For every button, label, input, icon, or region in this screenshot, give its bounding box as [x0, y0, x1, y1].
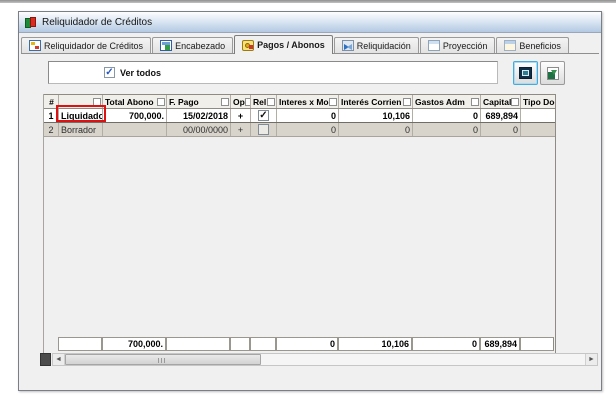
cell-estado[interactable]: Liquidado: [59, 109, 103, 122]
cell-interes-x-mora[interactable]: 0: [277, 123, 339, 136]
ver-todos-label: Ver todos: [120, 68, 161, 78]
coins-icon: [242, 40, 254, 51]
col-header-tipo-doc[interactable]: Tipo Doc: [521, 95, 555, 108]
cell-interes-corriente[interactable]: 0: [339, 123, 413, 136]
tab-label: Beneficios: [519, 41, 561, 51]
cell-rel: [251, 123, 277, 136]
sync-arrows-icon: [342, 40, 354, 51]
app-icon: [24, 16, 37, 29]
col-header-f-pago[interactable]: F. Pago: [167, 95, 231, 108]
column-checkbox[interactable]: [221, 98, 229, 106]
col-header-gastos-adm[interactable]: Gastos Adm: [413, 95, 481, 108]
cell-f-pago[interactable]: 00/00/0000: [167, 123, 231, 136]
total-estado: [58, 337, 102, 351]
cell-op[interactable]: +: [231, 123, 251, 136]
tab-label: Reliquidador de Créditos: [44, 41, 143, 51]
table-row[interactable]: 2 Borrador 00/00/0000 + 0 0 0 0: [44, 123, 555, 137]
horizontal-scrollbar[interactable]: ◄ ►: [52, 353, 598, 366]
total-f-pago: [166, 337, 230, 351]
cell-num[interactable]: 2: [44, 123, 59, 136]
total-tipo-doc: [520, 337, 554, 351]
window-title: Reliquidador de Créditos: [42, 17, 152, 28]
cell-gastos-adm[interactable]: 0: [413, 123, 481, 136]
header-page-icon: [160, 40, 172, 51]
total-total-abono: 700,000.: [102, 337, 166, 351]
tab-label: Proyección: [443, 41, 488, 51]
tab-encabezado[interactable]: Encabezado: [152, 37, 233, 53]
column-checkbox[interactable]: [403, 98, 411, 106]
cell-num[interactable]: 1: [44, 109, 59, 122]
cell-capital[interactable]: 689,894: [481, 109, 521, 122]
column-checkbox[interactable]: [93, 98, 101, 106]
table-row[interactable]: 1 Liquidado 700,000. 15/02/2018 + ✓ 0 10…: [44, 109, 555, 123]
window-icon: [428, 40, 440, 51]
tab-reliquidacion[interactable]: Reliquidación: [334, 37, 419, 53]
excel-icon: [547, 67, 559, 80]
tab-pagos-abonos[interactable]: Pagos / Abonos: [234, 35, 333, 54]
cell-interes-x-mora[interactable]: 0: [277, 109, 339, 122]
scroll-left-arrow[interactable]: ◄: [53, 354, 65, 365]
cell-capital[interactable]: 0: [481, 123, 521, 136]
tab-reliquidador-de-creditos[interactable]: Reliquidador de Créditos: [21, 37, 151, 53]
app-window: Reliquidador de Créditos Reliquidador de…: [18, 11, 602, 391]
column-checkbox[interactable]: [157, 98, 165, 106]
tab-beneficios[interactable]: Beneficios: [496, 37, 569, 53]
col-header-total-abono[interactable]: Total Abono: [103, 95, 167, 108]
column-checkbox[interactable]: [267, 98, 275, 106]
grid-icon: [519, 67, 532, 79]
cell-tipo-doc[interactable]: [521, 123, 555, 136]
window-content: Reliquidador de Créditos Encabezado Pago…: [19, 33, 601, 390]
total-interes-x-mora: 0: [276, 337, 338, 351]
ver-todos-checkbox[interactable]: ✓: [104, 67, 115, 78]
tab-label: Reliquidación: [357, 41, 411, 51]
total-op: [230, 337, 250, 351]
cell-rel: ✓: [251, 109, 277, 122]
col-header-estado[interactable]: [59, 95, 103, 108]
rel-checkbox[interactable]: [258, 124, 269, 135]
grid-header-row: # Total Abono F. Pago Op Rel Interes x M…: [44, 94, 555, 109]
col-header-rel[interactable]: Rel: [251, 95, 277, 108]
grid-view-button[interactable]: [513, 61, 538, 85]
window-titlebar[interactable]: Reliquidador de Créditos: [19, 12, 601, 33]
total-gastos-adm: 0: [412, 337, 480, 351]
export-excel-button[interactable]: [540, 61, 565, 85]
total-capital: 689,894: [480, 337, 520, 351]
total-rel: [250, 337, 276, 351]
col-header-interes-corriente[interactable]: Interés Corrien: [339, 95, 413, 108]
tab-label: Pagos / Abonos: [257, 40, 325, 50]
cell-tipo-doc[interactable]: [521, 109, 555, 122]
scrollbar-thumb[interactable]: [65, 354, 261, 365]
cell-f-pago[interactable]: 15/02/2018: [167, 109, 231, 122]
screenshot-page: Reliquidador de Créditos Reliquidador de…: [0, 0, 616, 402]
scroll-right-arrow[interactable]: ►: [585, 354, 597, 365]
column-checkbox[interactable]: [329, 98, 337, 106]
page-top-strip: [0, 0, 616, 3]
toolbar-strip: ✓ Ver todos: [48, 61, 498, 84]
cell-gastos-adm[interactable]: 0: [413, 109, 481, 122]
totals-row: 700,000. 0 10,106 0 689,894: [58, 337, 554, 351]
form-icon: [29, 40, 41, 51]
grid-corner-box: [40, 353, 51, 366]
window-icon: [504, 40, 516, 51]
col-header-op[interactable]: Op: [231, 95, 251, 108]
tab-label: Encabezado: [175, 41, 225, 51]
cell-total-abono[interactable]: [103, 123, 167, 136]
tab-proyeccion[interactable]: Proyección: [420, 37, 496, 53]
total-interes-corriente: 10,106: [338, 337, 412, 351]
tab-bar: Reliquidador de Créditos Encabezado Pago…: [21, 35, 599, 54]
cell-interes-corriente[interactable]: 10,106: [339, 109, 413, 122]
col-header-num[interactable]: #: [44, 95, 59, 108]
col-header-interes-x-mora[interactable]: Interes x Mo: [277, 95, 339, 108]
column-checkbox[interactable]: [511, 98, 519, 106]
data-grid: # Total Abono F. Pago Op Rel Interes x M…: [43, 94, 556, 353]
rel-checkbox[interactable]: ✓: [258, 110, 269, 121]
cell-op[interactable]: +: [231, 109, 251, 122]
cell-estado[interactable]: Borrador: [59, 123, 103, 136]
col-header-capital[interactable]: Capital: [481, 95, 521, 108]
column-checkbox[interactable]: [471, 98, 479, 106]
cell-total-abono[interactable]: 700,000.: [103, 109, 167, 122]
